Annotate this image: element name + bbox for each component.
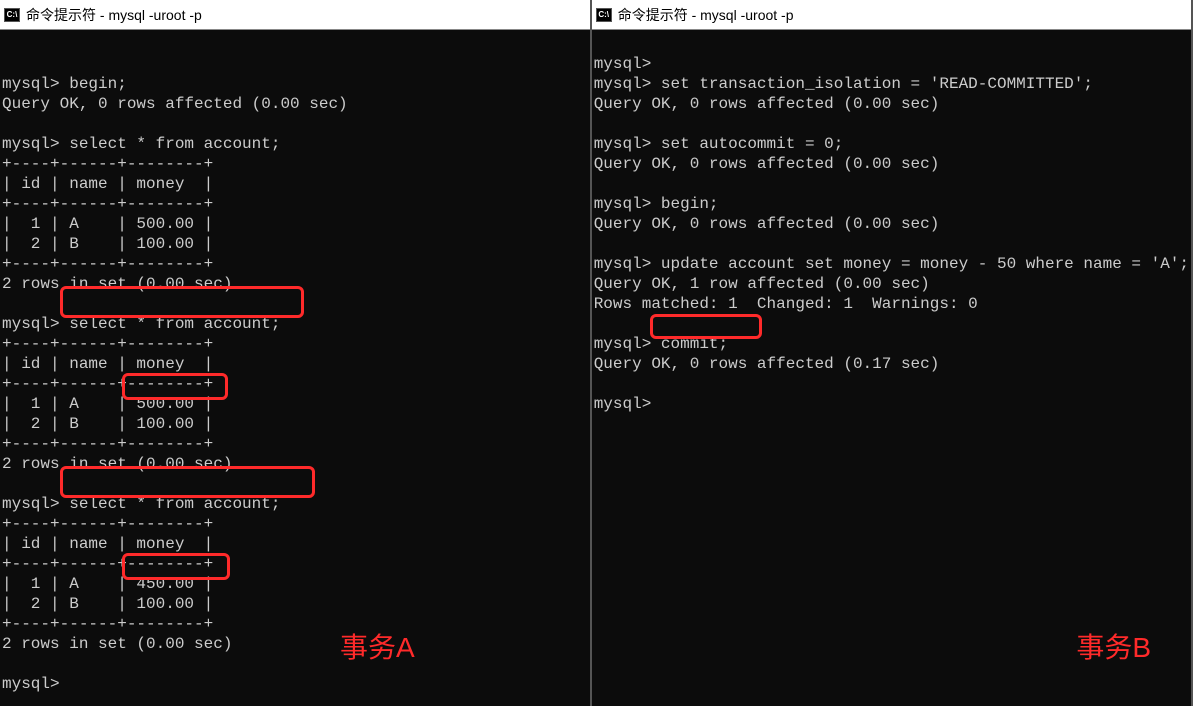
- terminal-line: mysql> commit;: [594, 335, 728, 353]
- terminal-line: Query OK, 0 rows affected (0.00 sec): [594, 95, 940, 113]
- terminal-line: +----+------+--------+: [2, 435, 213, 453]
- terminal-line: mysql> set autocommit = 0;: [594, 135, 844, 153]
- left-title-bar[interactable]: C:\ 命令提示符 - mysql -uroot -p: [0, 0, 590, 30]
- terminal-line: | id | name | money |: [2, 535, 213, 553]
- terminal-line: 2 rows in set (0.00 sec): [2, 635, 232, 653]
- terminal-line: +----+------+--------+: [2, 375, 213, 393]
- right-title-bar[interactable]: C:\ 命令提示符 - mysql -uroot -p: [592, 0, 1191, 30]
- left-window-title: 命令提示符 - mysql -uroot -p: [26, 5, 202, 25]
- right-pane: C:\ 命令提示符 - mysql -uroot -p mysql> mysql…: [592, 0, 1193, 706]
- cmd-icon: C:\: [4, 8, 20, 22]
- terminal-line: +----+------+--------+: [2, 555, 213, 573]
- terminal-line: mysql> select * from account;: [2, 315, 280, 333]
- terminal-line: Query OK, 0 rows affected (0.00 sec): [2, 95, 348, 113]
- terminal-line: Query OK, 0 rows affected (0.00 sec): [594, 215, 940, 233]
- terminal-line: Query OK, 0 rows affected (0.17 sec): [594, 355, 940, 373]
- terminal-line: | 1 | A | 500.00 |: [2, 395, 213, 413]
- terminal-line: | id | name | money |: [2, 355, 213, 373]
- terminal-line: Rows matched: 1 Changed: 1 Warnings: 0: [594, 295, 978, 313]
- terminal-line: mysql> select * from account;: [2, 495, 280, 513]
- terminal-line: Query OK, 0 rows affected (0.00 sec): [594, 155, 940, 173]
- terminal-line: mysql> update account set money = money …: [594, 255, 1189, 273]
- right-window-title: 命令提示符 - mysql -uroot -p: [618, 5, 794, 25]
- terminal-line: mysql>: [2, 675, 69, 693]
- terminal-line: +----+------+--------+: [2, 615, 213, 633]
- terminal-line: | 2 | B | 100.00 |: [2, 235, 213, 253]
- terminal-line: mysql>: [594, 395, 652, 413]
- terminal-line: | 2 | B | 100.00 |: [2, 415, 213, 433]
- terminal-line: mysql> set transaction_isolation = 'READ…: [594, 75, 1093, 93]
- terminal-line: mysql> begin;: [594, 195, 719, 213]
- terminal-line: | 2 | B | 100.00 |: [2, 595, 213, 613]
- terminal-line: mysql> select * from account;: [2, 135, 280, 153]
- left-terminal[interactable]: mysql> begin; Query OK, 0 rows affected …: [0, 30, 590, 706]
- label-transaction-a: 事务A: [340, 638, 415, 658]
- terminal-line: +----+------+--------+: [2, 155, 213, 173]
- terminal-line: 2 rows in set (0.00 sec): [2, 455, 232, 473]
- terminal-line: +----+------+--------+: [2, 195, 213, 213]
- right-terminal[interactable]: mysql> mysql> set transaction_isolation …: [592, 30, 1191, 706]
- terminal-line: | id | name | money |: [2, 175, 213, 193]
- terminal-line: mysql> begin;: [2, 75, 127, 93]
- label-transaction-b: 事务B: [1076, 638, 1151, 658]
- terminal-line: +----+------+--------+: [2, 255, 213, 273]
- terminal-line: Query OK, 1 row affected (0.00 sec): [594, 275, 930, 293]
- terminal-line: mysql>: [594, 55, 652, 73]
- terminal-line: 2 rows in set (0.00 sec): [2, 275, 232, 293]
- terminal-line: +----+------+--------+: [2, 515, 213, 533]
- terminal-line: | 1 | A | 450.00 |: [2, 575, 213, 593]
- terminal-line: +----+------+--------+: [2, 335, 213, 353]
- terminal-line: | 1 | A | 500.00 |: [2, 215, 213, 233]
- cmd-icon: C:\: [596, 8, 612, 22]
- left-pane: C:\ 命令提示符 - mysql -uroot -p mysql> begin…: [0, 0, 592, 706]
